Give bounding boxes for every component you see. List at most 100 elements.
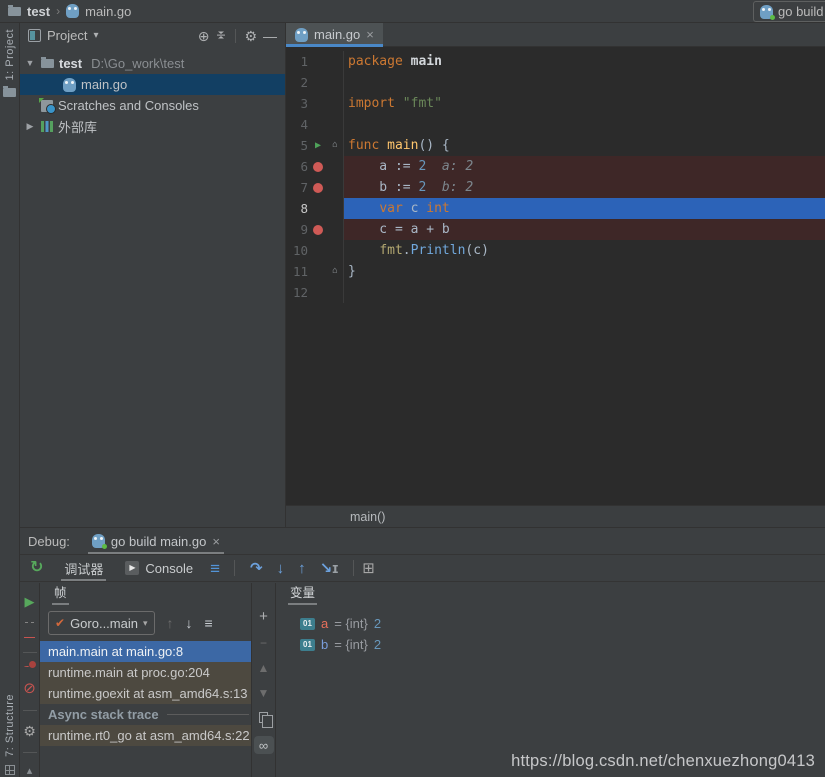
goroutine-selector[interactable]: ✔ Goro...main ▾ — [48, 611, 155, 635]
gutter[interactable]: 5▶⌂ — [286, 135, 344, 156]
code-line-9[interactable]: 9 c = a + b — [286, 219, 825, 240]
variables-list: 01a= {int}201b= {int}2 — [276, 605, 825, 655]
tab-debugger[interactable]: 调试器 — [53, 555, 114, 581]
move-down-icon[interactable]: ▼ — [258, 687, 270, 699]
gutter[interactable]: 4 — [286, 114, 344, 135]
gutter[interactable]: 11⌂ — [286, 261, 344, 282]
code-line-8[interactable]: 8 var c int — [286, 198, 825, 219]
evaluate-expression-icon[interactable]: ⊞ — [362, 561, 375, 576]
tab-console[interactable]: ▶ Console — [114, 555, 204, 581]
breakpoint-icon[interactable] — [308, 225, 328, 235]
code-line-5[interactable]: 5▶⌂func main() { — [286, 135, 825, 156]
tree-item-label: test — [59, 56, 82, 71]
code-text: b := 2 b: 2 — [344, 177, 825, 198]
close-icon[interactable]: × — [366, 28, 374, 41]
gutter[interactable]: 3 — [286, 93, 344, 114]
code-line-6[interactable]: 6 a := 2 a: 2 — [286, 156, 825, 177]
add-watch-icon[interactable]: + — [259, 609, 268, 624]
code-line-3[interactable]: 3import "fmt" — [286, 93, 825, 114]
fold-marker-icon[interactable]: ⌂ — [328, 141, 342, 150]
code-area[interactable]: 1package main23import "fmt"45▶⌂func main… — [286, 47, 825, 505]
chevron-down-icon[interactable]: ▾ — [93, 31, 98, 41]
next-frame-icon[interactable]: ↓ — [186, 616, 193, 630]
structure-tool-icon[interactable] — [5, 765, 15, 775]
tool-window-tab-structure[interactable]: 7: Structure — [4, 694, 16, 757]
locate-file-icon[interactable]: ⊕ — [198, 29, 210, 43]
project-tree: ▼testD:\Go_work\testmain.goScratches and… — [20, 48, 285, 137]
step-over-icon[interactable]: ↷ — [250, 561, 263, 576]
stop-icon[interactable] — [24, 637, 35, 638]
code-line-12[interactable]: 12 — [286, 282, 825, 303]
settings-gear-icon[interactable]: ⚙ — [23, 724, 36, 738]
step-out-icon[interactable]: ↑ — [298, 561, 306, 576]
tab-variables[interactable]: 变量 — [288, 582, 317, 605]
variable-row-b[interactable]: 01b= {int}2 — [276, 634, 825, 655]
breadcrumb-function[interactable]: main() — [350, 510, 385, 524]
run-configuration-selector[interactable]: go build — [753, 1, 825, 22]
tree-collapsed-arrow-icon[interactable]: ▶ — [24, 122, 36, 131]
project-panel-title[interactable]: Project — [47, 28, 87, 43]
tree-item-Scratches and Consoles[interactable]: Scratches and Consoles — [20, 95, 285, 116]
view-breakpoints-icon[interactable] — [24, 666, 35, 667]
gutter[interactable]: 10 — [286, 240, 344, 261]
hide-frames-icon[interactable]: ≡ — [205, 616, 213, 630]
debug-session-tab[interactable]: go build main.go × — [88, 528, 224, 554]
resume-icon[interactable]: ▶ — [25, 595, 35, 608]
gutter[interactable]: 12 — [286, 282, 344, 303]
tab-frames[interactable]: 帧 — [52, 582, 69, 605]
breakpoint-dot — [313, 162, 323, 172]
prev-frame-icon[interactable]: ↑ — [167, 616, 174, 630]
frame-row[interactable]: runtime.goexit at asm_amd64.s:13 — [40, 683, 251, 704]
code-line-1[interactable]: 1package main — [286, 51, 825, 72]
running-dot-icon — [770, 15, 775, 20]
run-to-cursor-icon[interactable]: ↘ɪ — [320, 560, 339, 577]
remove-watch-icon[interactable]: − — [260, 637, 267, 649]
frame-row[interactable]: runtime.main at proc.go:204 — [40, 662, 251, 683]
pause-icon[interactable] — [25, 622, 34, 623]
hide-panel-icon[interactable]: — — [263, 29, 277, 43]
move-up-icon[interactable]: ▲ — [258, 662, 270, 674]
gutter[interactable]: 7 — [286, 177, 344, 198]
fold-marker-icon[interactable]: ⌂ — [328, 267, 342, 276]
tree-item-外部库[interactable]: ▶外部库 — [20, 116, 285, 137]
code-line-2[interactable]: 2 — [286, 72, 825, 93]
tree-expanded-arrow-icon[interactable]: ▼ — [24, 59, 36, 68]
code-line-10[interactable]: 10 fmt.Println(c) — [286, 240, 825, 261]
tool-window-tab-project[interactable]: 1: Project — [4, 29, 16, 80]
primitive-value-icon: 01 — [300, 639, 315, 651]
pin-icon[interactable]: ▴ — [27, 766, 33, 777]
editor-tab-maingo[interactable]: main.go × — [286, 23, 383, 46]
frame-row[interactable]: main.main at main.go:8 — [40, 641, 251, 662]
gutter[interactable]: 2 — [286, 72, 344, 93]
close-icon[interactable]: × — [212, 535, 220, 548]
gutter[interactable]: 6 — [286, 156, 344, 177]
code-line-4[interactable]: 4 — [286, 114, 825, 135]
code-line-11[interactable]: 11⌂} — [286, 261, 825, 282]
collapse-all-icon[interactable] — [215, 28, 227, 44]
project-tool-icon[interactable] — [3, 88, 16, 97]
duplicate-watch-icon[interactable] — [259, 712, 268, 723]
layout-menu-icon[interactable]: ≡ — [210, 560, 220, 577]
tree-item-main.go[interactable]: main.go — [20, 74, 285, 95]
rerun-icon[interactable]: ↻ — [30, 560, 43, 576]
run-method-icon[interactable]: ▶ — [308, 140, 328, 151]
frame-row[interactable]: runtime.rt0_go at asm_amd64.s:22 — [40, 725, 251, 746]
variable-row-a[interactable]: 01a= {int}2 — [276, 613, 825, 634]
project-panel-header: Project ▾ ⊕ ⚙ — — [20, 23, 285, 48]
mute-breakpoints-icon[interactable]: ⊘ — [23, 681, 36, 696]
gear-icon[interactable]: ⚙ — [244, 29, 257, 43]
breakpoint-icon[interactable] — [308, 183, 328, 193]
show-watches-icon[interactable]: ∞ — [254, 736, 274, 754]
breakpoint-icon[interactable] — [308, 162, 328, 172]
code-text: import "fmt" — [344, 93, 825, 114]
frames-group-header[interactable]: Async stack trace — [40, 704, 251, 725]
tree-item-test[interactable]: ▼testD:\Go_work\test — [20, 53, 285, 74]
running-dot-icon — [102, 544, 107, 549]
gutter[interactable]: 9 — [286, 219, 344, 240]
breadcrumb-file[interactable]: main.go — [85, 4, 131, 19]
gutter[interactable]: 8 — [286, 198, 344, 219]
gutter[interactable]: 1 — [286, 51, 344, 72]
step-into-icon[interactable]: ↓ — [277, 561, 285, 576]
code-line-7[interactable]: 7 b := 2 b: 2 — [286, 177, 825, 198]
breadcrumb-project[interactable]: test — [27, 4, 50, 19]
